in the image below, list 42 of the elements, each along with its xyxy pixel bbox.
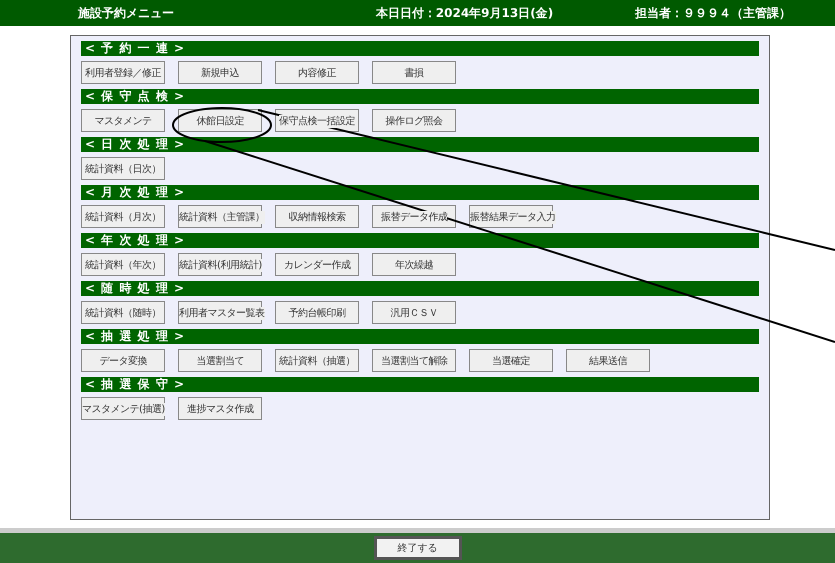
app-title: 施設予約メニュー <box>78 4 174 22</box>
section-header: < 月 次 処 理 > <box>81 185 759 200</box>
menu-button[interactable]: 当選割当て解除 <box>372 349 456 372</box>
menu-button[interactable]: マスタメンテ(抽選) <box>81 397 165 420</box>
section-header: < 抽 選 保 守 > <box>81 377 759 392</box>
menu-button[interactable]: 統計資料（抽選） <box>275 349 359 372</box>
menu-button[interactable]: 新規申込 <box>178 61 262 84</box>
menu-button[interactable]: 休館日設定 <box>178 109 262 132</box>
section-header: < 年 次 処 理 > <box>81 233 759 248</box>
menu-button[interactable]: 操作ログ照会 <box>372 109 456 132</box>
menu-button[interactable]: 利用者マスター覧表 <box>178 301 262 324</box>
menu-button[interactable]: データ変換 <box>81 349 165 372</box>
menu-button[interactable]: 内容修正 <box>275 61 359 84</box>
menu-button[interactable]: 振替結果データ入力 <box>469 205 553 228</box>
menu-button[interactable]: 書損 <box>372 61 456 84</box>
menu-button[interactable]: 統計資料（主管課） <box>178 205 262 228</box>
current-date: 本日日付：2024年9月13日(金) <box>376 4 554 22</box>
section-header: < 抽 選 処 理 > <box>81 329 759 344</box>
menu-button[interactable]: 統計資料（月次） <box>81 205 165 228</box>
exit-button[interactable]: 終了する <box>374 536 462 560</box>
menu-button[interactable]: 当選確定 <box>469 349 553 372</box>
operator-label: 担当者：９９９４（主管課） <box>635 4 791 22</box>
menu-button[interactable]: 統計資料(利用統計) <box>178 253 262 276</box>
menu-button[interactable]: 保守点検一括設定 <box>275 109 359 132</box>
menu-button[interactable]: 統計資料（日次） <box>81 157 165 180</box>
menu-button[interactable]: 当選割当て <box>178 349 262 372</box>
menu-button[interactable]: 結果送信 <box>566 349 650 372</box>
menu-button[interactable]: 振替データ作成 <box>372 205 456 228</box>
menu-button[interactable]: 予約台帳印刷 <box>275 301 359 324</box>
menu-button[interactable]: 利用者登録／修正 <box>81 61 165 84</box>
menu-button[interactable]: 収納情報検索 <box>275 205 359 228</box>
menu-button[interactable]: 汎用ＣＳＶ <box>372 301 456 324</box>
menu-button[interactable]: 統計資料（随時） <box>81 301 165 324</box>
menu-button[interactable]: カレンダー作成 <box>275 253 359 276</box>
menu-button[interactable]: マスタメンテ <box>81 109 165 132</box>
menu-button[interactable]: 進捗マスタ作成 <box>178 397 262 420</box>
section-header: < 日 次 処 理 > <box>81 137 759 152</box>
section-header: < 予 約 一 連 > <box>81 41 759 56</box>
section-header: < 保 守 点 検 > <box>81 89 759 104</box>
menu-button[interactable]: 統計資料（年次） <box>81 253 165 276</box>
section-header: < 随 時 処 理 > <box>81 281 759 296</box>
menu-button[interactable]: 年次繰越 <box>372 253 456 276</box>
